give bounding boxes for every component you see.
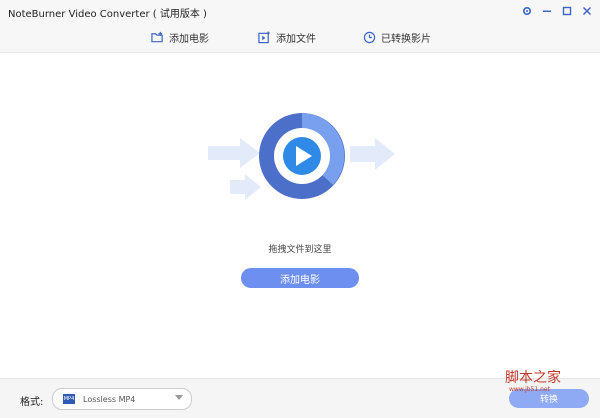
- chevron-down-icon: [175, 395, 183, 400]
- app-title: NoteBurner Video Converter ( 试用版本 ): [8, 9, 207, 20]
- title-bar: NoteBurner Video Converter ( 试用版本 ): [0, 0, 600, 24]
- settings-icon[interactable]: [520, 4, 534, 18]
- window-controls: [520, 4, 594, 18]
- converted-label: 已转换影片: [381, 33, 431, 45]
- add-movie-label: 添加电影: [169, 33, 209, 45]
- add-file-button[interactable]: 添加文件: [258, 28, 316, 46]
- play-circle-icon: [259, 113, 345, 199]
- add-file-label: 添加文件: [276, 33, 316, 45]
- minimize-icon[interactable]: [540, 4, 554, 18]
- mp4-format-icon: MP4: [63, 394, 75, 404]
- right-arrow-icon: [350, 138, 395, 170]
- video-convert-illustration: [208, 113, 395, 200]
- maximize-icon[interactable]: [560, 4, 574, 18]
- add-folder-icon: [151, 31, 163, 42]
- add-video-icon: [258, 30, 270, 43]
- watermark-url: www.jb51.net: [509, 386, 550, 393]
- clock-icon: [363, 31, 376, 43]
- watermark: 脚本之家 www.jb51.net: [505, 367, 597, 397]
- drop-area[interactable]: 拖拽文件到这里 添加电影: [0, 53, 600, 378]
- left-arrows-icon: [208, 138, 261, 200]
- format-select[interactable]: MP4 Lossless MP4: [52, 388, 192, 410]
- add-movie-main-button[interactable]: 添加电影: [241, 268, 359, 288]
- format-value: Lossless MP4: [83, 394, 136, 404]
- add-movie-button[interactable]: 添加电影: [151, 28, 209, 46]
- toolbar: 添加电影 添加文件 已转换影片: [0, 24, 600, 53]
- drop-hint: 拖拽文件到这里: [268, 245, 332, 255]
- close-icon[interactable]: [580, 4, 594, 18]
- watermark-text: 脚本之家: [505, 370, 561, 386]
- format-label: 格式:: [20, 397, 44, 408]
- converted-button[interactable]: 已转换影片: [363, 28, 431, 46]
